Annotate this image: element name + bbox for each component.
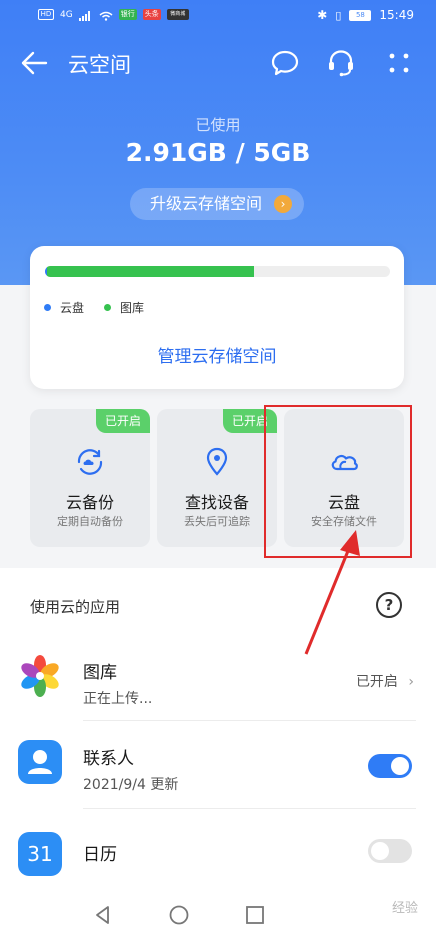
upgrade-storage-button[interactable]: 升级云存储空间 › — [130, 188, 304, 220]
tile-find-device[interactable]: 已开启 查找设备 丢失后可追踪 — [157, 409, 277, 547]
calendar-icon-date: 31 — [27, 842, 53, 866]
contacts-sync-toggle[interactable] — [368, 754, 412, 778]
enabled-badge: 已开启 — [96, 409, 150, 433]
toggle-knob — [371, 842, 389, 860]
usage-legend: 云盘 图库 — [44, 299, 164, 316]
location-pin-icon — [201, 447, 233, 477]
app-row-calendar[interactable]: 31 日历 — [0, 822, 436, 902]
storage-usage-bar — [45, 266, 390, 277]
app-name: 日历 — [83, 845, 117, 865]
recents-square-icon[interactable] — [243, 903, 267, 927]
used-label: 已使用 — [195, 116, 241, 134]
divider — [83, 720, 416, 721]
legend-cloud-drive: 云盘 — [44, 299, 84, 316]
tile-name: 云备份 — [65, 493, 114, 512]
legend-gallery: 图库 — [104, 299, 144, 316]
toggle-knob — [391, 757, 409, 775]
contacts-icon — [18, 740, 62, 784]
headset-service-icon[interactable] — [326, 48, 356, 78]
section-heading: 使用云的应用 — [30, 598, 121, 616]
chevron-right-icon: › — [408, 674, 414, 690]
app-status: 2021/9/4 更新 — [83, 777, 179, 793]
legend-label: 云盘 — [60, 301, 85, 315]
page-title: 云空间 — [68, 53, 131, 77]
storage-usage-card: 云盘 图库 管理云存储空间 — [30, 246, 404, 389]
legend-label: 图库 — [120, 301, 145, 315]
app-status: 正在上传... — [83, 691, 153, 707]
calendar-icon: 31 — [18, 832, 62, 876]
chat-bubble-icon[interactable] — [270, 48, 300, 78]
bluetooth-icon: ✱ — [317, 8, 328, 22]
system-nav-bar: 经验 — [0, 893, 436, 937]
cloud-backup-icon — [74, 447, 106, 477]
toutiao-badge: 头条 — [142, 9, 161, 20]
vibrate-icon: ▯ — [335, 8, 342, 22]
more-dots-icon[interactable] — [384, 48, 414, 78]
back-triangle-icon[interactable] — [91, 903, 115, 927]
manage-storage-link[interactable]: 管理云存储空间 — [30, 342, 404, 367]
app-state: 已开启 › — [356, 671, 414, 691]
hd-badge: HD — [38, 9, 54, 20]
tile-name: 查找设备 — [184, 493, 249, 512]
legend-dot-icon — [44, 304, 51, 311]
status-right: ✱ ▯ 58 15:49 — [317, 8, 414, 22]
status-bar: HD 4G 银行 头条 微商城 ✱ ▯ 58 15:49 — [0, 0, 436, 34]
app-name: 图库 — [83, 663, 117, 683]
watermark: 经验 — [391, 901, 418, 916]
tile-cloud-backup[interactable]: 已开启 云备份 定期自动备份 — [30, 409, 150, 547]
home-circle-icon[interactable] — [167, 903, 191, 927]
gallery-usage-segment — [46, 266, 254, 277]
used-value: 2.91GB / 5GB — [125, 138, 311, 167]
clock: 15:49 — [379, 8, 414, 22]
apps-using-cloud-section: 使用云的应用 ? 图库 正在上传... 已开启 › 联系人 2021/9/4 更… — [0, 568, 436, 937]
app-name: 联系人 — [83, 749, 134, 769]
back-arrow-icon[interactable] — [20, 50, 48, 76]
tile-subtitle: 丢失后可追踪 — [184, 515, 250, 528]
signal-icon — [78, 10, 93, 21]
top-app-bar: 云空间 — [0, 36, 436, 90]
divider — [83, 808, 416, 809]
chevron-right-icon: › — [274, 195, 292, 213]
annotation-arrow-icon — [300, 520, 370, 660]
battery-icon: 58 — [349, 9, 372, 21]
legend-dot-icon — [104, 304, 112, 311]
help-icon[interactable]: ? — [376, 592, 402, 618]
wifi-icon — [99, 10, 113, 21]
gallery-icon — [18, 654, 62, 698]
app-state-label: 已开启 — [355, 674, 398, 690]
app-row-contacts[interactable]: 联系人 2021/9/4 更新 — [0, 730, 436, 810]
app-row-gallery[interactable]: 图库 正在上传... 已开启 › — [0, 644, 436, 724]
bank-app-badge: 银行 — [118, 9, 137, 20]
upgrade-label: 升级云存储空间 — [150, 194, 263, 213]
shop-badge: 微商城 — [166, 9, 189, 20]
calendar-sync-toggle[interactable] — [368, 839, 412, 863]
network-label: 4G — [60, 9, 73, 20]
tile-subtitle: 定期自动备份 — [57, 515, 123, 528]
status-left: HD 4G 银行 头条 微商城 — [38, 9, 189, 21]
